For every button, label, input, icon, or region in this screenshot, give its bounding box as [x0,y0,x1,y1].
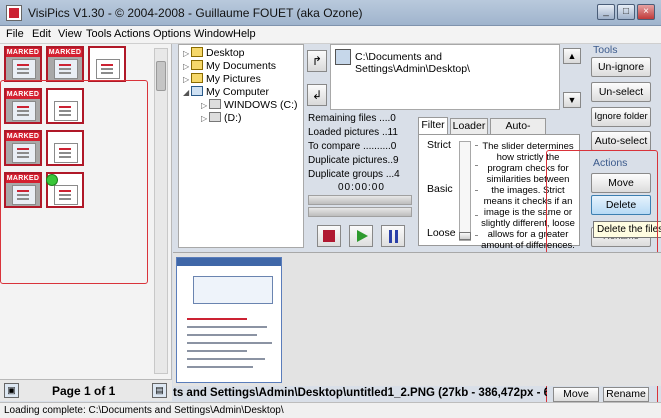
menu-window[interactable]: Window [194,28,233,40]
status-text: Loading complete: C:\Documents and Setti… [4,405,284,416]
folder-icon [191,60,203,70]
loaded-pictures: Loaded pictures ..11 [308,127,398,138]
next-page-icon[interactable]: ▤ [152,383,167,398]
menu-file[interactable]: File [6,28,24,40]
unselect-button[interactable]: Un-select [591,82,651,102]
drive-icon [209,112,221,122]
marked-badge: MARKED [6,48,40,57]
menu-bar: File Edit View Tools Actions Options Win… [0,26,661,44]
preview-move-button[interactable]: Move [553,387,599,402]
tree-item-d[interactable]: ▷ (D:) [201,112,242,125]
tree-item-my-computer[interactable]: ◢ My Computer [183,86,269,99]
elapsed-timer: 00:00:00 [338,182,385,193]
duplicate-groups: Duplicate groups ...4 [308,169,400,180]
play-icon [357,230,368,242]
menu-help[interactable]: Help [233,28,256,40]
page-indicator: Page 1 of 1 [52,384,116,398]
preview-rename-button[interactable]: Rename [603,387,649,402]
thumbnail-item[interactable] [88,46,126,82]
computer-icon [191,86,203,96]
tab-loader[interactable]: Loader [450,118,488,134]
app-icon [6,5,22,21]
duplicate-pictures: Duplicate pictures..9 [308,155,399,166]
thumbnail-item[interactable]: MARKED [46,46,84,82]
add-folder-arrow-icon[interactable]: ↱ [307,50,327,72]
unignore-button[interactable]: Un-ignore [591,57,651,77]
tree-item-windows-c[interactable]: ▷ WINDOWS (C:) [201,99,298,112]
remove-folder-arrow-icon[interactable]: ↲ [307,84,327,106]
tab-auto-select[interactable]: Auto-Select [490,118,546,146]
menu-view[interactable]: View [58,28,82,40]
folder-tree: ▷ Desktop ▷ My Documents ▷ My Pictures ◢ My … [178,44,304,248]
menu-edit[interactable]: Edit [32,28,51,40]
tree-item-my-pictures[interactable]: ▷ My Pictures [183,73,261,86]
annotation-highlight-left [0,80,148,284]
scrollbar-thumb[interactable] [156,61,166,91]
marked-badge: MARKED [48,48,82,57]
pause-icon [389,230,392,243]
tools-group-label: Tools [593,44,618,56]
preview-image[interactable] [176,257,282,383]
add-path-icon[interactable]: ▲ [563,48,581,64]
tree-item-desktop[interactable]: ▷ Desktop [183,47,245,60]
progress-bar-1 [308,195,412,205]
thumbnail-item[interactable]: MARKED [4,46,42,82]
status-bar: Loading complete: C:\Documents and Setti… [0,402,661,418]
level-basic: Basic [427,183,453,195]
remaining-files: Remaining files ....0 [308,113,396,124]
remove-path-icon[interactable]: ▼ [563,92,581,108]
folder-icon [191,47,203,57]
similarity-slider[interactable] [459,141,471,241]
play-button[interactable] [349,225,373,247]
menu-options[interactable]: Options [153,28,191,40]
tab-filter[interactable]: Filter [418,117,448,135]
title-bar: VisiPics V1.30 - © 2004-2008 - Guillaume… [0,0,661,26]
menu-tools[interactable]: Tools [86,28,112,40]
select-all-icon[interactable]: ▣ [4,383,19,398]
level-strict: Strict [427,139,451,151]
stop-icon [323,230,335,242]
maximize-button[interactable]: □ [617,4,635,20]
path-list: C:\Documents and Settings\Admin\Desktop\ [330,44,560,110]
progress-bar-2 [308,207,412,217]
close-button[interactable]: × [637,4,655,20]
folder-icon [335,49,351,65]
drive-icon [209,99,221,109]
page-bar: ▣ Page 1 of 1 ▤ [0,379,172,401]
auto-select-button[interactable]: Auto-select [591,131,651,151]
minimize-button[interactable]: _ [597,4,615,20]
stop-button[interactable] [317,225,341,247]
ignore-folder-button[interactable]: Ignore folder [591,107,651,127]
pause-button[interactable] [381,225,405,247]
menu-actions[interactable]: Actions [114,28,150,40]
slider-thumb[interactable] [459,232,471,240]
tree-item-my-documents[interactable]: ▷ My Documents [183,60,276,73]
path-item[interactable]: C:\Documents and Settings\Admin\Desktop\ [355,51,559,75]
thumbnail-scrollbar[interactable] [154,48,168,374]
level-loose: Loose [427,227,456,239]
to-compare: To compare ..........0 [308,141,397,152]
window-title: VisiPics V1.30 - © 2004-2008 - Guillaume… [28,6,363,20]
preview-area [173,252,661,386]
thumbnail-panel: MARKED MARKED MARKED MARKED MARKED [0,44,172,379]
file-info: ts and Settings\Admin\Desktop\untitled1_… [173,387,547,399]
folder-icon [191,73,203,83]
